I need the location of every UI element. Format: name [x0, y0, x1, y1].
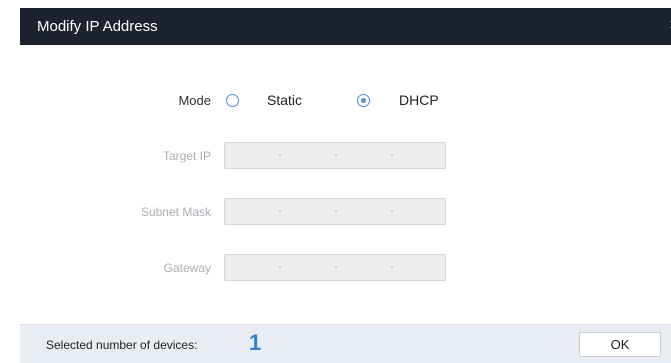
subnet-mask-input[interactable] [224, 198, 446, 225]
ip-separator [391, 266, 393, 268]
title-bar: Modify IP Address × [20, 8, 671, 45]
target-ip-row: Target IP [20, 142, 671, 172]
ip-separator [391, 154, 393, 156]
dhcp-label[interactable]: DHCP [399, 92, 439, 108]
gateway-label: Gateway [163, 261, 211, 275]
static-label[interactable]: Static [267, 92, 302, 108]
selected-devices-label: Selected number of devices: [46, 338, 198, 352]
mode-label: Mode [178, 93, 211, 108]
ip-separator [391, 210, 393, 212]
subnet-mask-label: Subnet Mask [140, 205, 211, 219]
modify-ip-dialog: Modify IP Address × Mode Static DHCP Tar… [0, 0, 671, 363]
gateway-input[interactable] [224, 254, 446, 281]
ip-separator [335, 154, 337, 156]
dialog-body: Mode Static DHCP Target IP Subnet Mask G… [20, 45, 671, 324]
mode-row: Mode Static DHCP [20, 87, 671, 117]
static-radio[interactable] [226, 94, 239, 107]
target-ip-input[interactable] [224, 142, 446, 169]
dialog-title: Modify IP Address [37, 18, 158, 35]
ip-separator [335, 266, 337, 268]
ip-separator [335, 210, 337, 212]
gateway-row: Gateway [20, 254, 671, 284]
ip-separator [279, 266, 281, 268]
subnet-mask-row: Subnet Mask [20, 198, 671, 228]
selected-devices-count: 1 [249, 330, 262, 355]
dhcp-radio[interactable] [357, 94, 370, 107]
ip-separator [279, 154, 281, 156]
dialog-footer: Selected number of devices: 1 OK [20, 324, 671, 363]
ok-button[interactable]: OK [579, 332, 661, 357]
target-ip-label: Target IP [162, 149, 211, 163]
ip-separator [279, 210, 281, 212]
